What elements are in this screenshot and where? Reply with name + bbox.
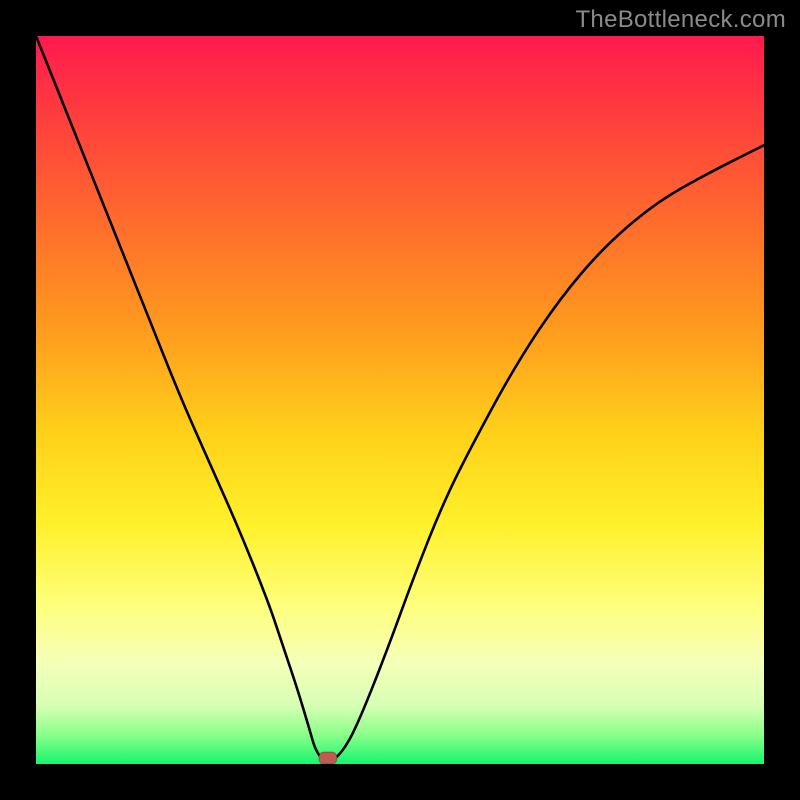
watermark-text: TheBottleneck.com — [575, 6, 786, 34]
optimal-marker — [319, 752, 337, 764]
plot-area — [36, 36, 764, 764]
plot-svg — [36, 36, 764, 764]
bottleneck-curve — [36, 36, 764, 761]
chart-frame: TheBottleneck.com — [0, 0, 800, 800]
